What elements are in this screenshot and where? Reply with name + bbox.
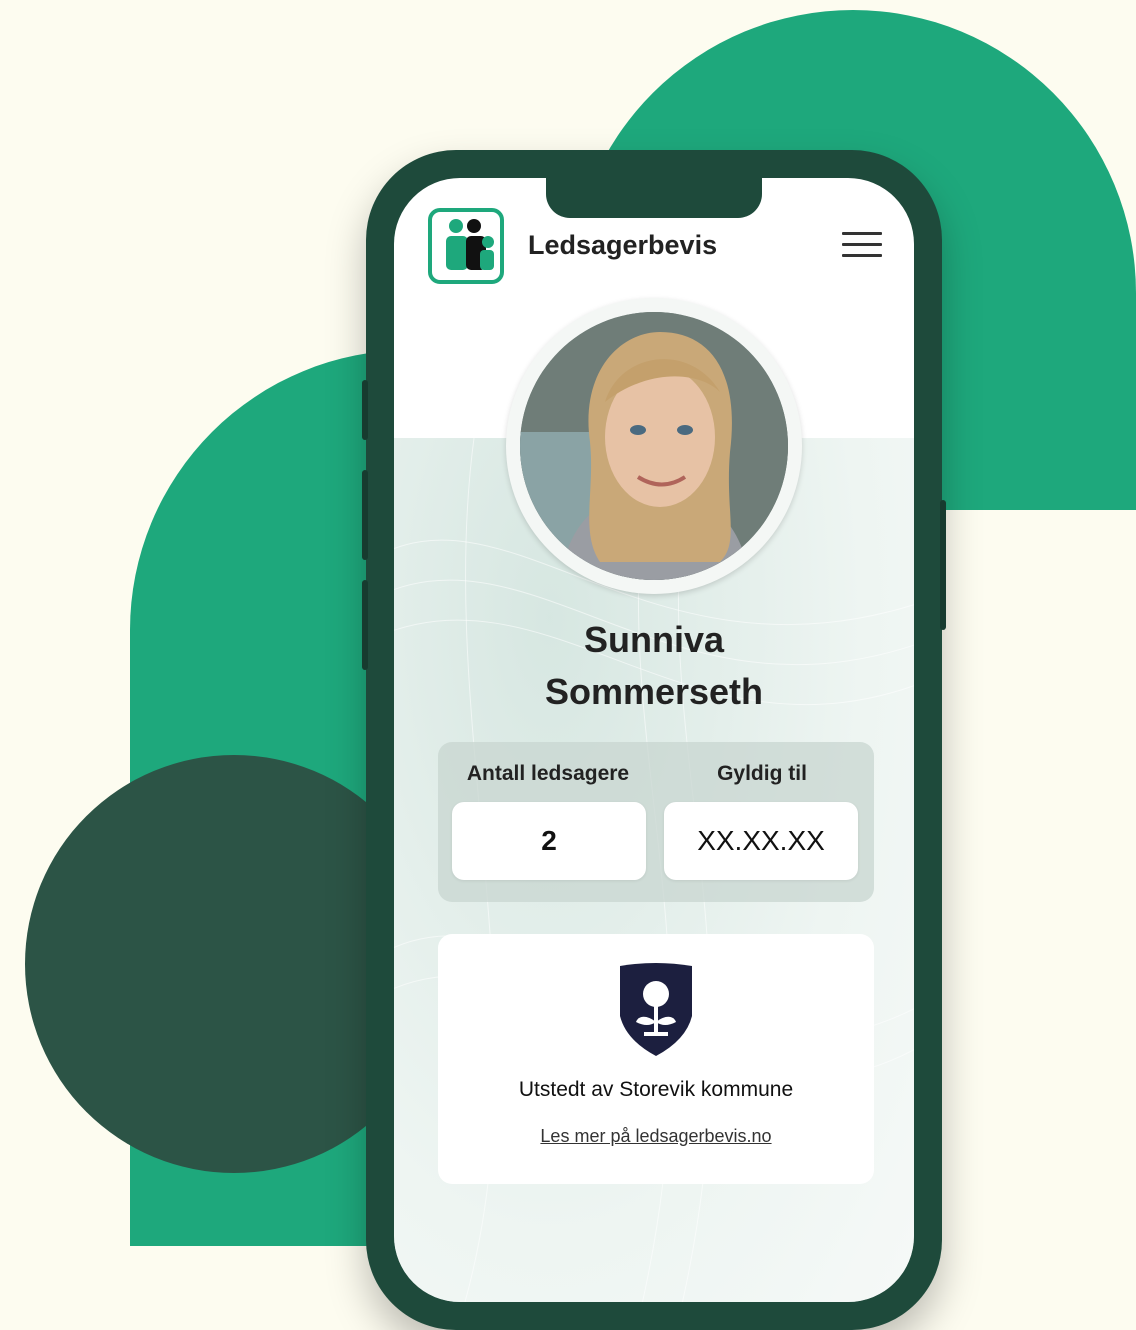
municipality-crest-icon xyxy=(616,960,696,1056)
phone-frame: Ledsagerbevis Sunniva Sommerseth Antall … xyxy=(362,150,946,1330)
companion-logo-icon xyxy=(428,208,504,284)
app-title: Ledsagerbevis xyxy=(528,230,718,260)
hamburger-menu-icon[interactable] xyxy=(842,232,882,264)
phone-side-button xyxy=(940,500,946,630)
holder-name: Sunniva Sommerseth xyxy=(394,614,914,718)
menu-line xyxy=(842,243,882,246)
menu-line xyxy=(842,254,882,257)
valid-until-value: XX.XX.XX xyxy=(664,802,858,880)
avatar xyxy=(520,312,788,580)
avatar-frame xyxy=(506,298,802,594)
valid-until-label: Gyldig til xyxy=(717,762,807,785)
companions-value: 2 xyxy=(452,802,646,880)
issuer-panel: Utstedt av Storevik kommune Les mer på l… xyxy=(438,934,874,1184)
menu-line xyxy=(842,232,882,235)
issuer-text: Utstedt av Storevik kommune xyxy=(518,1078,794,1101)
phone-side-button xyxy=(362,380,368,440)
phone-side-button xyxy=(362,470,368,560)
holder-first-name: Sunniva xyxy=(583,619,725,660)
phone-side-button xyxy=(362,580,368,670)
info-link[interactable]: Les mer på ledsagerbevis.no xyxy=(438,1126,874,1147)
companions-label: Antall ledsagere xyxy=(466,762,630,785)
holder-last-name: Sommerseth xyxy=(544,671,764,712)
phone-screen: Ledsagerbevis Sunniva Sommerseth Antall … xyxy=(394,178,914,1302)
card-info-panel: Antall ledsagere Gyldig til 2 XX.XX.XX xyxy=(438,742,874,902)
app-header: Ledsagerbevis xyxy=(394,208,914,288)
